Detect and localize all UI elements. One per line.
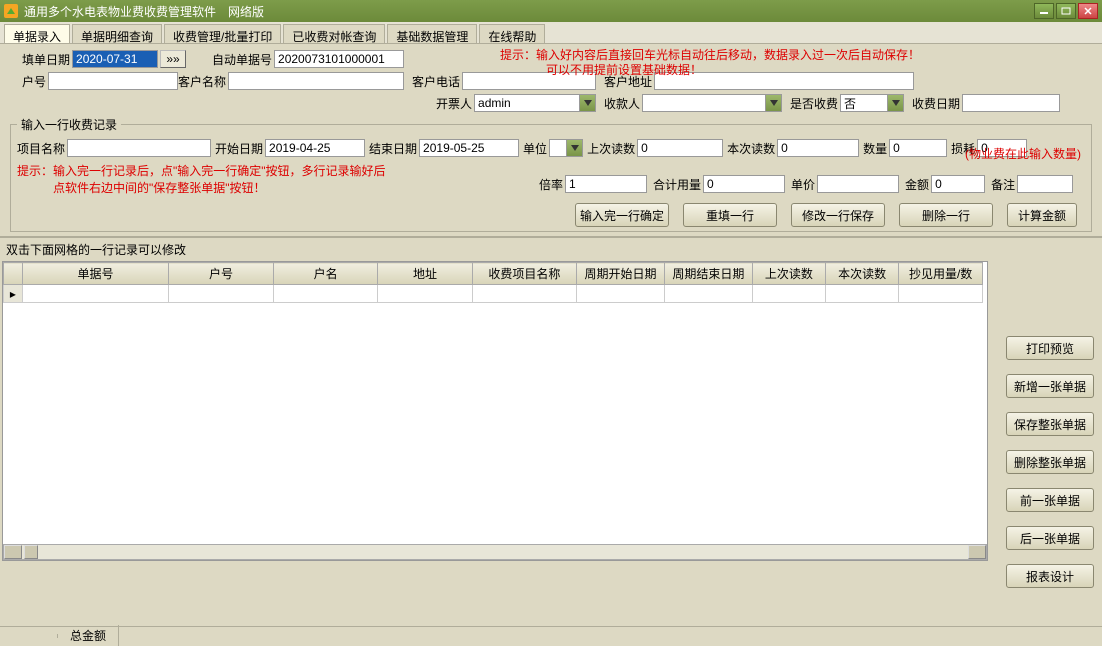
status-bar: 总金额: [0, 626, 1102, 644]
table-row[interactable]: ▸: [4, 285, 983, 303]
col-addr[interactable]: 地址: [378, 263, 472, 285]
charge-date-input[interactable]: [962, 94, 1060, 112]
amount-input[interactable]: [931, 175, 985, 193]
chevron-down-icon[interactable]: [766, 94, 782, 112]
report-design-button[interactable]: 报表设计: [1006, 564, 1094, 588]
fill-date-input[interactable]: [72, 50, 158, 68]
unit-select[interactable]: [549, 139, 567, 157]
save-bill-button[interactable]: 保存整张单据: [1006, 412, 1094, 436]
payee-select[interactable]: [642, 94, 766, 112]
multi-label: 倍率: [539, 176, 563, 193]
col-usage[interactable]: 抄见用量/数: [899, 263, 983, 285]
cust-name-label: 客户名称: [178, 73, 226, 90]
end-date-input[interactable]: [419, 139, 519, 157]
minimize-button[interactable]: [1034, 3, 1054, 19]
is-charge-select[interactable]: [840, 94, 888, 112]
tab-help[interactable]: 在线帮助: [479, 24, 545, 43]
item-label: 项目名称: [17, 140, 65, 157]
row-marker-header: [4, 263, 23, 285]
cust-no-input[interactable]: [48, 72, 178, 90]
next-bill-button[interactable]: 后一张单据: [1006, 526, 1094, 550]
tab-detail-query[interactable]: 单据明细查询: [72, 24, 162, 43]
close-button[interactable]: [1078, 3, 1098, 19]
start-date-input[interactable]: [265, 139, 365, 157]
col-cust-no[interactable]: 户号: [169, 263, 274, 285]
end-date-label: 结束日期: [369, 140, 417, 157]
issuer-label: 开票人: [436, 95, 472, 112]
delete-row-button[interactable]: 删除一行: [899, 203, 993, 227]
record-fieldset: 输入一行收费记录 项目名称 开始日期 结束日期 单位 上次读数 本次读数 数量 …: [10, 116, 1092, 232]
total-amount-label: 总金额: [58, 625, 119, 646]
fill-date-next-button[interactable]: »»: [160, 50, 186, 68]
prev-bill-button[interactable]: 前一张单据: [1006, 488, 1094, 512]
tip-row-confirm-2: 点软件右边中间的"保存整张单据"按钮！: [53, 179, 397, 196]
multi-input[interactable]: [565, 175, 647, 193]
col-item[interactable]: 收费项目名称: [472, 263, 577, 285]
cust-name-input[interactable]: [228, 72, 404, 90]
print-preview-button[interactable]: 打印预览: [1006, 336, 1094, 360]
last-read-input[interactable]: [637, 139, 723, 157]
tab-fee-batch[interactable]: 收费管理/批量打印: [164, 24, 281, 43]
qty-label: 数量: [863, 140, 887, 157]
property-fee-tip: (物业费在此输入数量): [965, 145, 1081, 162]
delete-bill-button[interactable]: 删除整张单据: [1006, 450, 1094, 474]
data-grid[interactable]: 单据号 户号 户名 地址 收费项目名称 周期开始日期 周期结束日期 上次读数 本…: [2, 261, 988, 561]
auto-no-label: 自动单据号: [212, 51, 272, 68]
cust-no-label: 户号: [22, 73, 46, 90]
horizontal-scrollbar[interactable]: [3, 544, 987, 560]
grid-hint: 双击下面网格的一行记录可以修改: [0, 237, 1102, 261]
chevron-down-icon[interactable]: [567, 139, 583, 157]
col-bill-no[interactable]: 单据号: [22, 263, 168, 285]
col-cust-name[interactable]: 户名: [273, 263, 378, 285]
calc-amount-button[interactable]: 计算金额: [1007, 203, 1077, 227]
tab-paid-recon[interactable]: 已收费对帐查询: [283, 24, 385, 43]
titlebar: 通用多个水电表物业费收费管理软件 网络版: [0, 0, 1102, 22]
tab-base-data[interactable]: 基础数据管理: [387, 24, 477, 43]
this-read-label: 本次读数: [727, 140, 775, 157]
record-legend: 输入一行收费记录: [17, 116, 121, 133]
col-last-read[interactable]: 上次读数: [752, 263, 825, 285]
app-icon: [4, 4, 18, 18]
col-start[interactable]: 周期开始日期: [577, 263, 665, 285]
tab-entry[interactable]: 单据录入: [4, 24, 70, 43]
new-bill-button[interactable]: 新增一张单据: [1006, 374, 1094, 398]
amount-label: 金额: [905, 176, 929, 193]
chevron-down-icon[interactable]: [888, 94, 904, 112]
item-input[interactable]: [67, 139, 211, 157]
issuer-select[interactable]: [474, 94, 580, 112]
this-read-input[interactable]: [777, 139, 859, 157]
tip-row-confirm-1: 提示：输入完一行记录后，点"输入完一行确定"按钮，多行记录输好后: [17, 162, 397, 179]
price-input[interactable]: [817, 175, 899, 193]
total-use-label: 合计用量: [653, 176, 701, 193]
tip-autosave: 提示：输入好内容后直接回车光标自动往后移动，数据录入过一次后自动保存！ 可以不用…: [500, 48, 920, 78]
price-label: 单价: [791, 176, 815, 193]
side-button-panel: 打印预览 新增一张单据 保存整张单据 删除整张单据 前一张单据 后一张单据 报表…: [1006, 336, 1094, 588]
last-read-label: 上次读数: [587, 140, 635, 157]
fill-date-label: 填单日期: [22, 51, 70, 68]
window-title: 通用多个水电表物业费收费管理软件 网络版: [24, 3, 1034, 20]
auto-no-input[interactable]: [274, 50, 404, 68]
col-end[interactable]: 周期结束日期: [664, 263, 752, 285]
payee-label: 收款人: [604, 95, 640, 112]
qty-input[interactable]: [889, 139, 947, 157]
chevron-down-icon[interactable]: [580, 94, 596, 112]
col-this-read[interactable]: 本次读数: [826, 263, 899, 285]
confirm-row-button[interactable]: 输入完一行确定: [575, 203, 669, 227]
cust-phone-label: 客户电话: [412, 73, 460, 90]
unit-label: 单位: [523, 140, 547, 157]
start-date-label: 开始日期: [215, 140, 263, 157]
is-charge-label: 是否收费: [790, 95, 838, 112]
current-row-marker: ▸: [4, 285, 23, 303]
remark-input[interactable]: [1017, 175, 1073, 193]
save-row-button[interactable]: 修改一行保存: [791, 203, 885, 227]
main-tabs: 单据录入 单据明细查询 收费管理/批量打印 已收费对帐查询 基础数据管理 在线帮…: [0, 22, 1102, 44]
form-area: 提示：输入好内容后直接回车光标自动往后移动，数据录入过一次后自动保存！ 可以不用…: [0, 44, 1102, 237]
total-use-input[interactable]: [703, 175, 785, 193]
refill-row-button[interactable]: 重填一行: [683, 203, 777, 227]
charge-date-label: 收费日期: [912, 95, 960, 112]
remark-label: 备注: [991, 176, 1015, 193]
maximize-button[interactable]: [1056, 3, 1076, 19]
